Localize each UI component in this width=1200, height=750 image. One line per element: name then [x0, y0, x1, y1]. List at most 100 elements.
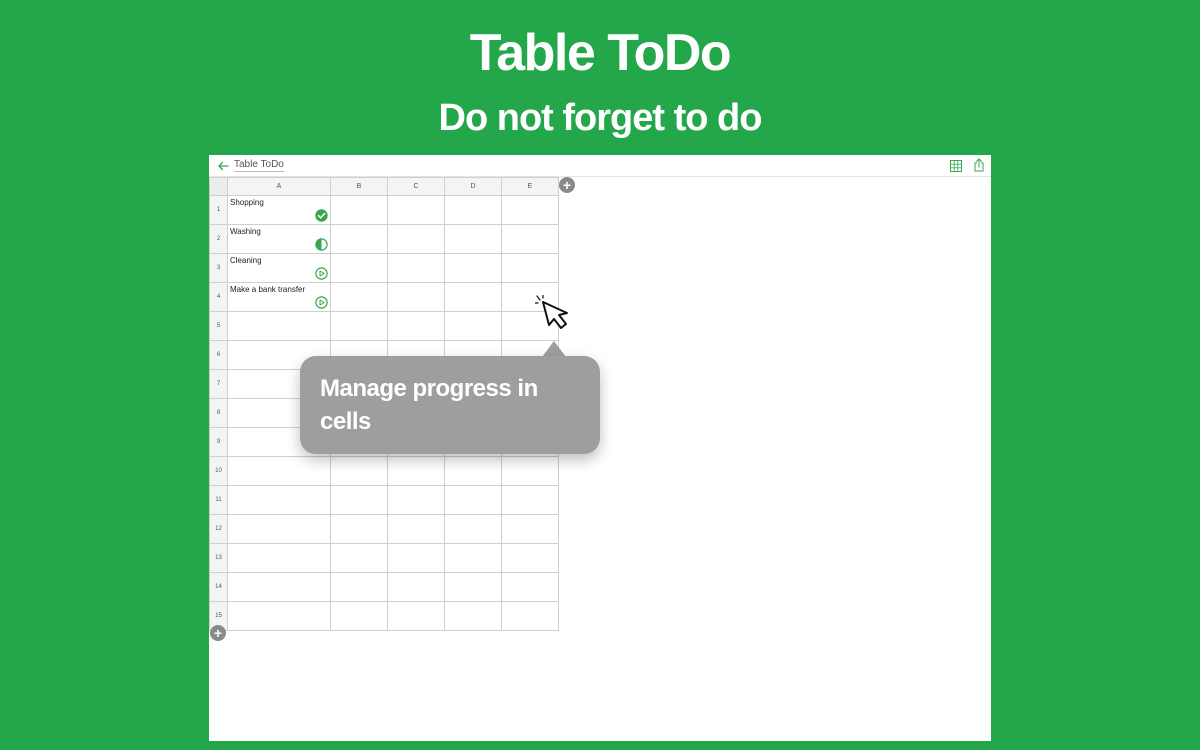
cell-d5[interactable]: [444, 311, 502, 341]
cell-d4[interactable]: [444, 282, 502, 312]
row-header[interactable]: 13: [209, 543, 228, 573]
cell-e10[interactable]: [501, 456, 559, 486]
cell-c1[interactable]: [387, 195, 445, 225]
cell-c3[interactable]: [387, 253, 445, 283]
cell-a2[interactable]: Washing: [227, 224, 331, 254]
status-play-icon[interactable]: [315, 267, 328, 280]
table-row: 4 Make a bank transfer: [209, 282, 559, 312]
cell-d11[interactable]: [444, 485, 502, 515]
cell-a10[interactable]: [227, 456, 331, 486]
cell-d13[interactable]: [444, 543, 502, 573]
cell-c5[interactable]: [387, 311, 445, 341]
cell-c10[interactable]: [387, 456, 445, 486]
cell-a11[interactable]: [227, 485, 331, 515]
cell-c11[interactable]: [387, 485, 445, 515]
cell-b1[interactable]: [330, 195, 388, 225]
cell-c13[interactable]: [387, 543, 445, 573]
table-row: 2 Washing: [209, 224, 559, 254]
cell-b11[interactable]: [330, 485, 388, 515]
table-row: 15: [209, 601, 559, 631]
row-header[interactable]: 3: [209, 253, 228, 283]
cell-b5[interactable]: [330, 311, 388, 341]
pointer-cursor-icon: [535, 295, 568, 329]
row-header[interactable]: 9: [209, 427, 228, 457]
back-arrow-icon[interactable]: [217, 160, 229, 172]
cell-b14[interactable]: [330, 572, 388, 602]
column-header-d[interactable]: D: [444, 177, 502, 196]
table-row: 14: [209, 572, 559, 602]
row-header[interactable]: 6: [209, 340, 228, 370]
cell-c2[interactable]: [387, 224, 445, 254]
table-row: 12: [209, 514, 559, 544]
share-icon[interactable]: [973, 158, 985, 172]
add-row-button[interactable]: +: [210, 625, 226, 641]
cell-e12[interactable]: [501, 514, 559, 544]
column-header-a[interactable]: A: [227, 177, 331, 196]
cell-d14[interactable]: [444, 572, 502, 602]
cell-a15[interactable]: [227, 601, 331, 631]
cell-b4[interactable]: [330, 282, 388, 312]
cell-c12[interactable]: [387, 514, 445, 544]
table-row: 3 Cleaning: [209, 253, 559, 283]
cell-e11[interactable]: [501, 485, 559, 515]
status-play-icon[interactable]: [315, 296, 328, 309]
cell-b2[interactable]: [330, 224, 388, 254]
row-header[interactable]: 11: [209, 485, 228, 515]
cell-e14[interactable]: [501, 572, 559, 602]
cell-d12[interactable]: [444, 514, 502, 544]
cell-b10[interactable]: [330, 456, 388, 486]
cell-a13[interactable]: [227, 543, 331, 573]
status-done-icon[interactable]: [315, 209, 328, 222]
cell-d10[interactable]: [444, 456, 502, 486]
column-header-b[interactable]: B: [330, 177, 388, 196]
cell-c4[interactable]: [387, 282, 445, 312]
corner-cell[interactable]: [209, 177, 228, 196]
row-header[interactable]: 1: [209, 195, 228, 225]
task-label: Cleaning: [230, 256, 262, 265]
cell-a14[interactable]: [227, 572, 331, 602]
tooltip-arrow: [542, 341, 566, 357]
row-header[interactable]: 12: [209, 514, 228, 544]
row-header[interactable]: 4: [209, 282, 228, 312]
app-window: Table ToDo A B C D E 1 Shopping 2 Washin…: [209, 155, 991, 741]
cell-b3[interactable]: [330, 253, 388, 283]
column-header-c[interactable]: C: [387, 177, 445, 196]
column-header-e[interactable]: E: [501, 177, 559, 196]
cell-e3[interactable]: [501, 253, 559, 283]
hero-title: Table ToDo: [469, 24, 732, 82]
cell-b13[interactable]: [330, 543, 388, 573]
row-header[interactable]: 5: [209, 311, 228, 341]
cell-c15[interactable]: [387, 601, 445, 631]
document-title[interactable]: Table ToDo: [234, 159, 284, 172]
add-column-button[interactable]: +: [559, 177, 575, 193]
row-header[interactable]: 2: [209, 224, 228, 254]
row-header[interactable]: 14: [209, 572, 228, 602]
cell-d15[interactable]: [444, 601, 502, 631]
cell-e13[interactable]: [501, 543, 559, 573]
cell-e15[interactable]: [501, 601, 559, 631]
hero-subtitle: Do not forget to do: [438, 97, 763, 139]
status-half-icon[interactable]: [315, 238, 328, 251]
row-header[interactable]: 8: [209, 398, 228, 428]
cell-e1[interactable]: [501, 195, 559, 225]
cell-e2[interactable]: [501, 224, 559, 254]
cell-c14[interactable]: [387, 572, 445, 602]
table-row: 5: [209, 311, 559, 341]
task-label: Washing: [230, 227, 261, 236]
cell-a5[interactable]: [227, 311, 331, 341]
tooltip: Manage progress in cells: [300, 356, 600, 454]
toolbar: Table ToDo: [209, 155, 991, 177]
cell-b12[interactable]: [330, 514, 388, 544]
row-header[interactable]: 7: [209, 369, 228, 399]
cell-a12[interactable]: [227, 514, 331, 544]
table-row: 10: [209, 456, 559, 486]
cell-d3[interactable]: [444, 253, 502, 283]
cell-b15[interactable]: [330, 601, 388, 631]
cell-d2[interactable]: [444, 224, 502, 254]
row-header[interactable]: 10: [209, 456, 228, 486]
cell-a4[interactable]: Make a bank transfer: [227, 282, 331, 312]
grid-view-icon[interactable]: [950, 160, 962, 172]
cell-a1[interactable]: Shopping: [227, 195, 331, 225]
cell-d1[interactable]: [444, 195, 502, 225]
cell-a3[interactable]: Cleaning: [227, 253, 331, 283]
